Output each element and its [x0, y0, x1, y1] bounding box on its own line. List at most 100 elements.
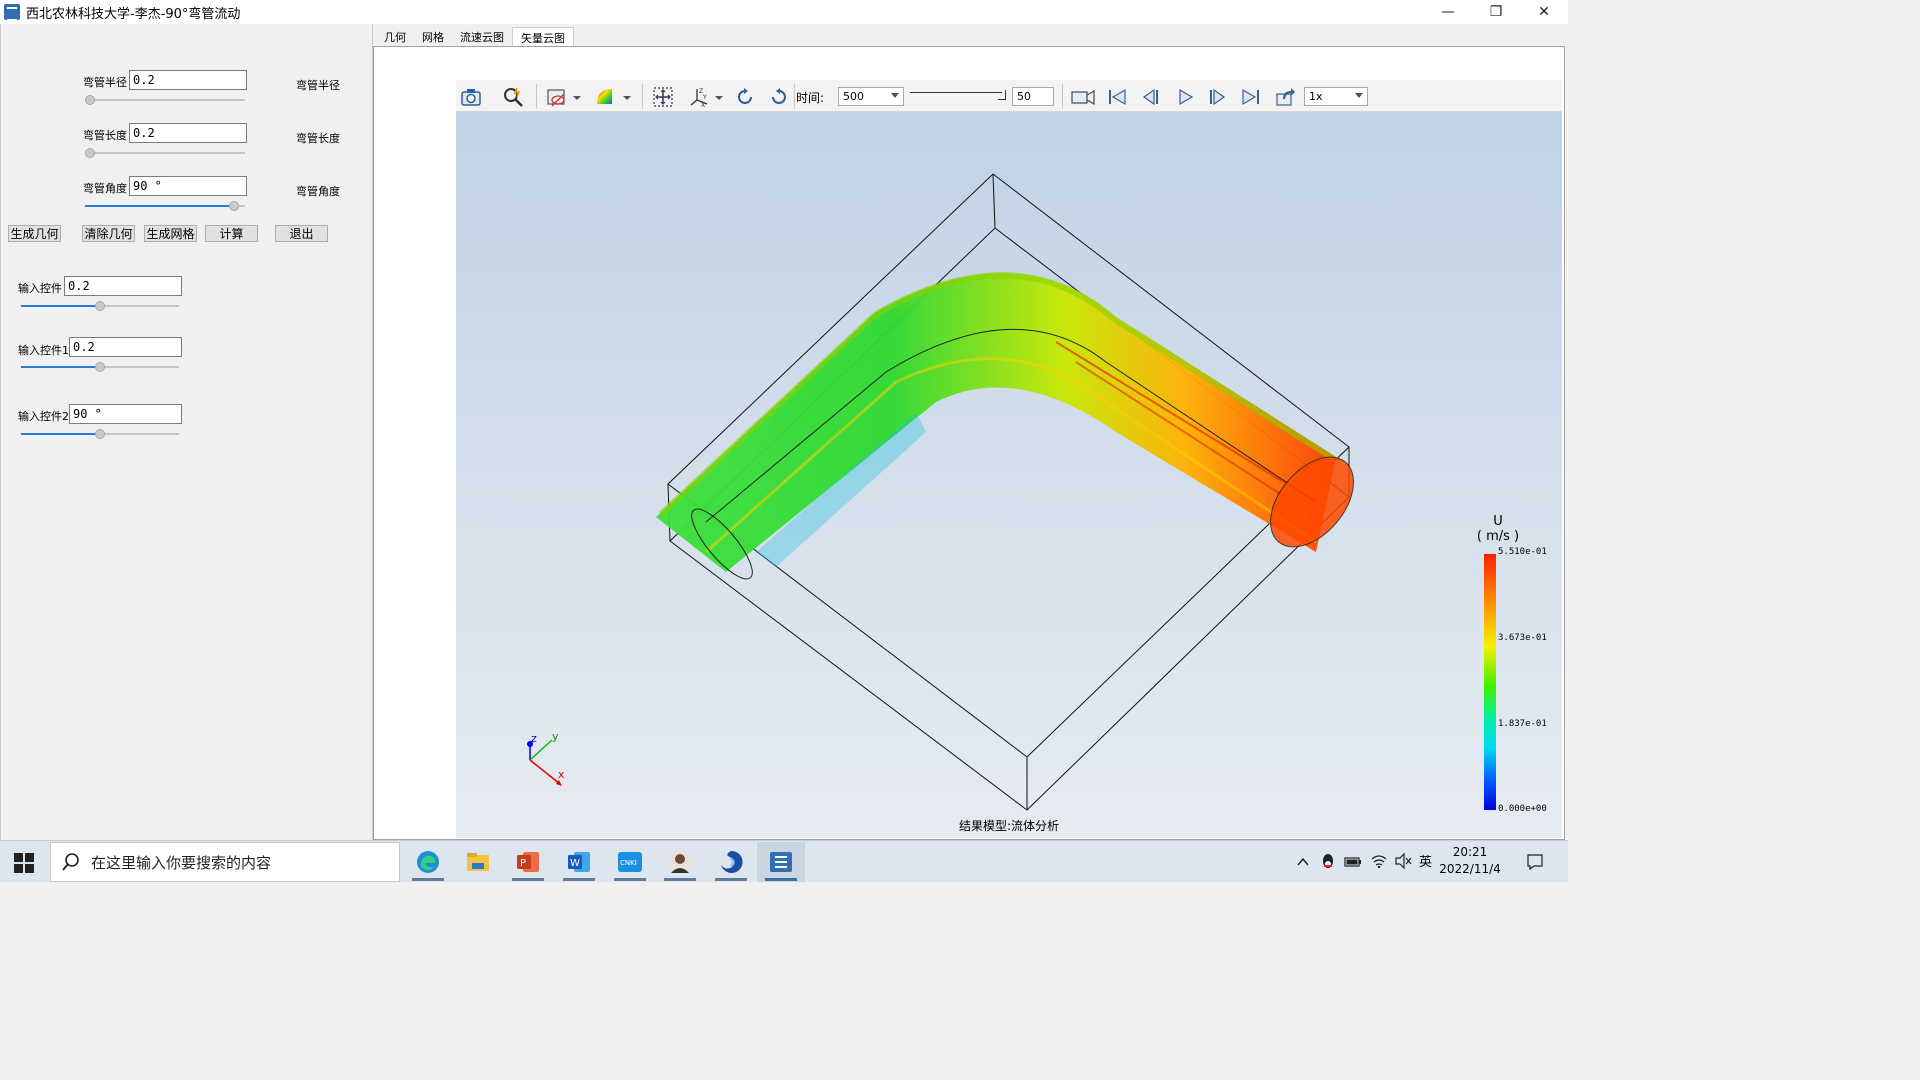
- edge-icon[interactable]: [404, 842, 452, 882]
- clear-geometry-button[interactable]: 清除几何: [82, 225, 135, 242]
- input-control-field[interactable]: 0.2: [64, 276, 182, 296]
- legend-unit: ( m/s ): [1476, 529, 1520, 544]
- time-slider[interactable]: [910, 90, 1006, 104]
- speed-select[interactable]: 1x: [1304, 87, 1368, 106]
- svg-text:W: W: [570, 858, 580, 869]
- input-control2-field[interactable]: 90 °: [69, 404, 182, 424]
- param-length-right-label: 弯管长度: [296, 132, 340, 145]
- axes-orientation-icon[interactable]: Z Y X: [688, 86, 710, 108]
- time-select[interactable]: 500: [838, 87, 904, 106]
- step-forward-icon[interactable]: [1206, 86, 1228, 108]
- minimize-button[interactable]: —: [1424, 0, 1472, 24]
- app-window-icon[interactable]: [757, 842, 805, 882]
- colormap-icon[interactable]: [594, 86, 616, 108]
- word-icon[interactable]: W: [555, 842, 603, 882]
- rotate-cw-icon[interactable]: [734, 86, 756, 108]
- chevron-down-icon[interactable]: [572, 86, 582, 108]
- clip-plane-icon[interactable]: [546, 86, 568, 108]
- chevron-down-icon[interactable]: [622, 86, 632, 108]
- slider-thumb[interactable]: [229, 201, 239, 211]
- speaker-muted-icon[interactable]: [1394, 853, 1412, 869]
- close-button[interactable]: ✕: [1520, 0, 1568, 24]
- qq-icon[interactable]: [1320, 853, 1336, 871]
- tab-velocity-contour[interactable]: 流速云图: [452, 27, 512, 47]
- frame-spinbox-value: 50: [1017, 90, 1031, 103]
- skip-last-icon[interactable]: [1240, 86, 1262, 108]
- param-angle-slider[interactable]: [85, 201, 245, 211]
- clock[interactable]: 20:21 2022/11/4: [1432, 844, 1508, 878]
- slider-thumb[interactable]: [95, 362, 105, 372]
- svg-text:X: X: [701, 102, 705, 108]
- battery-icon[interactable]: [1344, 855, 1362, 869]
- exit-button[interactable]: 退出: [275, 225, 328, 242]
- app-icon: [4, 4, 20, 21]
- param-radius-right-label: 弯管半径: [296, 79, 340, 92]
- skip-first-icon[interactable]: [1106, 86, 1128, 108]
- fit-view-icon[interactable]: [652, 86, 674, 108]
- camera-icon[interactable]: [460, 86, 482, 108]
- legend-tick-low: 1.837e-01: [1498, 719, 1547, 729]
- zoom-query-icon[interactable]: [502, 86, 524, 108]
- tab-strip: 几何 网格 流速云图 矢量云图: [376, 27, 574, 47]
- flow-vector-render: z y x: [527, 173, 1354, 811]
- param-angle-label: 弯管角度: [83, 182, 127, 195]
- param-radius-slider[interactable]: [85, 95, 245, 105]
- windows-start-icon[interactable]: [14, 853, 34, 873]
- rotate-ccw-icon[interactable]: [768, 86, 790, 108]
- axis-y-label: y: [552, 730, 559, 743]
- avatar-app-icon[interactable]: [656, 842, 704, 882]
- tab-geometry[interactable]: 几何: [376, 27, 414, 47]
- color-legend-bar: [1484, 554, 1496, 810]
- maximize-button[interactable]: ❐: [1472, 0, 1520, 24]
- powerpoint-icon[interactable]: P: [504, 842, 552, 882]
- slider-thumb[interactable]: [95, 301, 105, 311]
- export-icon[interactable]: [1274, 86, 1296, 108]
- ime-indicator[interactable]: 英: [1419, 851, 1432, 870]
- param-length-slider[interactable]: [85, 148, 245, 158]
- input-control1-field[interactable]: 0.2: [69, 337, 182, 357]
- play-icon[interactable]: [1174, 86, 1196, 108]
- input-control1-label: 输入控件1: [18, 344, 69, 357]
- input-control2-slider[interactable]: [21, 429, 179, 439]
- chevron-down-icon[interactable]: [714, 86, 724, 108]
- taskbar-search-box[interactable]: 在这里输入你要搜索的内容: [50, 842, 400, 882]
- chevron-up-icon[interactable]: [1296, 855, 1310, 869]
- legend-tick-min: 0.000e+00: [1498, 804, 1547, 814]
- 3d-viewport[interactable]: z y x U ( m/s ) 5.510e-01 3.673e-01 1.83…: [456, 112, 1562, 838]
- input-control1-slider[interactable]: [21, 362, 179, 372]
- generate-geometry-button[interactable]: 生成几何: [8, 225, 61, 242]
- param-radius-input[interactable]: 0.2: [129, 70, 247, 90]
- compute-button[interactable]: 计算: [205, 225, 258, 242]
- param-length-input[interactable]: 0.2: [129, 123, 247, 143]
- frame-spinbox[interactable]: 50: [1012, 87, 1054, 106]
- record-video-icon[interactable]: [1070, 86, 1096, 108]
- tab-mesh[interactable]: 网格: [414, 27, 452, 47]
- param-radius-label: 弯管半径: [83, 76, 127, 89]
- input-control-label: 输入控件: [18, 282, 62, 295]
- wifi-icon[interactable]: [1370, 853, 1388, 869]
- axis-z-label: z: [531, 732, 537, 745]
- viewer-toolbar: Z Y X 时间: 500 50 1x: [456, 80, 1562, 112]
- param-length-label: 弯管长度: [83, 129, 127, 142]
- notification-icon[interactable]: [1526, 853, 1544, 871]
- search-icon: [62, 853, 79, 871]
- slider-thumb[interactable]: [85, 148, 95, 158]
- param-angle-input[interactable]: 90 °: [129, 176, 247, 196]
- file-explorer-icon[interactable]: [454, 842, 502, 882]
- clock-date: 2022/11/4: [1439, 862, 1501, 876]
- tab-vector-contour[interactable]: 矢量云图: [512, 27, 574, 47]
- window-title: 西北农林科技大学-李杰-90°弯管流动: [26, 6, 241, 22]
- search-placeholder: 在这里输入你要搜索的内容: [91, 853, 272, 872]
- svg-text:CNKI: CNKI: [620, 859, 637, 867]
- swirl-app-icon[interactable]: [707, 842, 755, 882]
- step-back-icon[interactable]: [1140, 86, 1162, 108]
- slider-thumb[interactable]: [85, 95, 95, 105]
- input-control2-label: 输入控件2: [18, 410, 69, 423]
- cnki-icon[interactable]: CNKI: [606, 842, 654, 882]
- generate-mesh-button[interactable]: 生成网格: [144, 225, 197, 242]
- time-label: 时间:: [796, 91, 825, 105]
- input-control-slider[interactable]: [21, 301, 179, 311]
- axis-x-label: x: [558, 768, 565, 781]
- slider-thumb[interactable]: [95, 429, 105, 439]
- title-bar: 西北农林科技大学-李杰-90°弯管流动 — ❐ ✕: [0, 0, 1568, 24]
